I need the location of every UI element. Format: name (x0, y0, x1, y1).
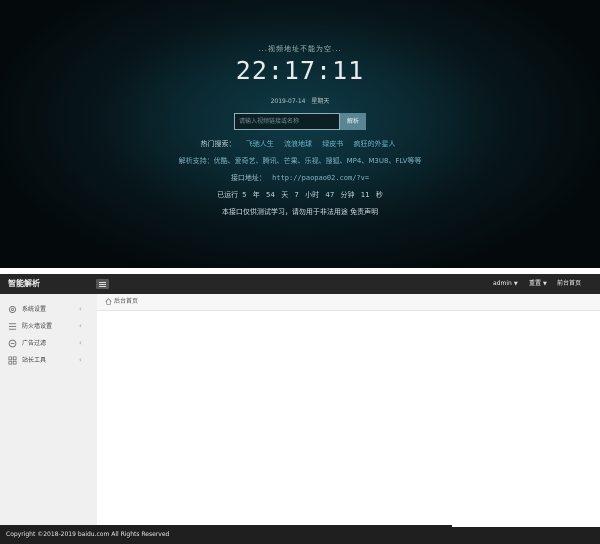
refresh-menu[interactable]: 重置 ▼ (529, 274, 547, 294)
search-bar: 解析 (234, 113, 366, 130)
uptime-seconds-unit: 秒 (375, 191, 383, 199)
api-label: 接口地址： (230, 174, 266, 182)
chevron-left-icon: ‹ (79, 356, 82, 364)
uptime-hours: 7 (294, 191, 299, 199)
home-icon (105, 298, 112, 305)
hot-search-label: 热门搜索： (200, 140, 236, 148)
uptime-seconds: 11 (360, 191, 370, 199)
chevron-left-icon: ‹ (79, 339, 82, 347)
caret-down-icon: ▼ (543, 281, 547, 287)
video-url-input[interactable] (234, 113, 340, 130)
parser-landing-panel: ...视频地址不能为空... 22:17:11 2019-07-14 星期天 解… (0, 0, 600, 268)
date-line: 2019-07-14 星期天 (0, 96, 600, 105)
sidebar: 系统设置 ‹ 防火墙设置 ‹ 广告过滤 ‹ 站长工具 ‹ (0, 294, 97, 525)
menu-toggle-icon[interactable] (96, 279, 109, 289)
api-url[interactable]: http://paopao02.com/?v= (272, 174, 369, 182)
footer: Copyright ©2018-2019 baidu.com All Right… (0, 525, 600, 544)
footer-divider (452, 525, 600, 527)
uptime-years-unit: 年 (252, 191, 260, 199)
uptime-prefix: 已运行 (217, 191, 239, 199)
empty-url-notice: ...视频地址不能为空... (258, 45, 342, 53)
tab-home[interactable]: 后台首页 (105, 294, 138, 310)
disclaimer[interactable]: 本接口仅供测试学习，请勿用于非法用途 免责声明 (0, 207, 600, 217)
sidebar-item-system[interactable]: 系统设置 ‹ (0, 301, 97, 318)
chevron-left-icon: ‹ (79, 322, 82, 330)
tab-home-label: 后台首页 (114, 298, 139, 305)
admin-panel: 智能解析 admin ▼ 重置 ▼ 前台首页 系统设置 ‹ 防火墙设置 ‹ 广告… (0, 274, 600, 544)
user-name: admin (493, 280, 512, 287)
copyright-text: Copyright ©2018-2019 baidu.com All Right… (6, 531, 170, 538)
minus-circle-icon (8, 339, 17, 348)
front-home-link[interactable]: 前台首页 (557, 274, 581, 294)
sidebar-item-label: 防火墙设置 (22, 323, 53, 330)
api-address: 接口地址： http://paopao02.com/?v= (0, 173, 600, 183)
uptime-years: 5 (242, 191, 247, 199)
chevron-left-icon: ‹ (79, 305, 82, 313)
sidebar-item-label: 广告过滤 (22, 340, 47, 347)
parse-button[interactable]: 解析 (340, 113, 366, 130)
tabs-bar: 后台首页 (97, 294, 600, 311)
uptime-hours-unit: 小时 (305, 191, 320, 199)
user-menu[interactable]: admin ▼ (493, 274, 518, 294)
sidebar-item-label: 站长工具 (22, 357, 47, 364)
supported-sources: 解析支持：优酷、爱奇艺、腾讯、芒果、乐视、搜狐、MP4、M3U8、FLV等等 (178, 157, 422, 165)
caret-down-icon: ▼ (513, 281, 518, 287)
clock: 22:17:11 (235, 56, 365, 85)
sidebar-item-webmaster-tools[interactable]: 站长工具 ‹ (0, 352, 97, 369)
hot-keyword[interactable]: 流浪地球 (284, 140, 312, 148)
uptime-minutes-unit: 分钟 (340, 191, 355, 199)
sidebar-item-label: 系统设置 (22, 306, 47, 313)
sidebar-item-adfilter[interactable]: 广告过滤 ‹ (0, 335, 97, 352)
admin-topbar: 智能解析 admin ▼ 重置 ▼ 前台首页 (0, 274, 600, 294)
grid-icon (8, 356, 17, 365)
main-content-area (97, 311, 600, 525)
sidebar-item-firewall[interactable]: 防火墙设置 ‹ (0, 318, 97, 335)
list-icon (8, 323, 17, 330)
gear-icon (9, 306, 16, 313)
uptime-minutes: 47 (325, 191, 335, 199)
uptime-counter: 已运行 5 年 54 天 7 小时 47 分钟 11 秒 (0, 190, 600, 200)
hot-search: 热门搜索： 飞驰人生 流浪地球 绿皮书 疯狂的外星人 (0, 139, 600, 149)
hot-keyword[interactable]: 疯狂的外星人 (353, 140, 395, 148)
uptime-days-unit: 天 (281, 191, 289, 199)
refresh-label: 重置 (529, 280, 542, 287)
weekday-text: 星期天 (311, 98, 330, 105)
date-text: 2019-07-14 (270, 98, 306, 105)
uptime-days: 54 (266, 191, 275, 199)
brand-logo[interactable]: 智能解析 (8, 274, 40, 294)
hot-keyword[interactable]: 飞驰人生 (246, 140, 274, 148)
hot-keyword[interactable]: 绿皮书 (322, 140, 343, 148)
